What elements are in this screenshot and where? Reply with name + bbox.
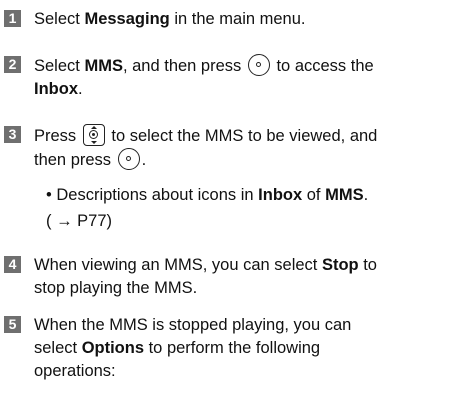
step-3-text: Press to select the MMS to be viewed, an… (34, 124, 442, 172)
step-5-text: When the MMS is stopped playing, you can… (34, 316, 352, 380)
step-1-text: Select Messaging in the main menu. (34, 10, 306, 28)
step-number-2: 2 (4, 56, 21, 73)
page-reference-link[interactable]: ( → P77) (46, 210, 442, 233)
step-number-1: 1 (4, 10, 21, 27)
step-number-3: 3 (4, 126, 21, 143)
instruction-page: 1 Select Messaging in the main menu. 2 S… (0, 0, 452, 405)
step-number-5: 5 (4, 316, 21, 333)
step-2-text: Select MMS, and then press to access the… (34, 54, 442, 101)
ok-key-icon (247, 54, 270, 76)
note-inbox-icons: • Descriptions about icons in Inbox of M… (46, 186, 369, 204)
ok-key-icon (117, 148, 140, 170)
navigation-key-icon (82, 124, 105, 146)
step-number-4: 4 (4, 256, 21, 273)
step-4-text: When viewing an MMS, you can select Stop… (34, 256, 377, 297)
